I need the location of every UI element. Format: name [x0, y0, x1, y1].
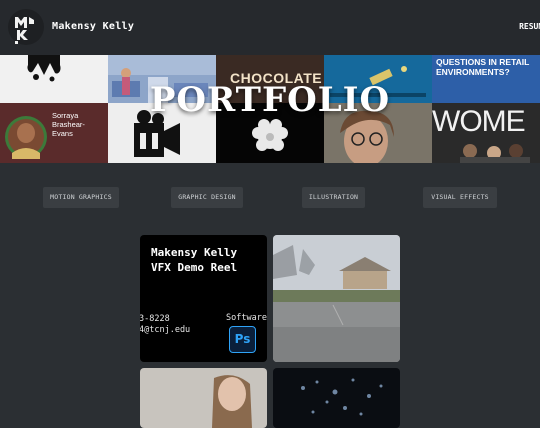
photoshop-icon: Ps	[229, 326, 256, 353]
gallery-card-street-photo[interactable]	[273, 235, 400, 362]
reel-email: 4@tcnj.edu	[140, 325, 191, 335]
reel-phone: 3-8228	[140, 314, 170, 324]
site-header: Makensy Kelly RESUME	[0, 0, 540, 55]
reel-title: Makensy Kelly VFX Demo Reel	[151, 246, 238, 274]
filter-graphic-design[interactable]: GRAPHIC DESIGN	[171, 187, 243, 208]
gallery-card-particles[interactable]	[273, 368, 400, 428]
hero-banner: CHOCOLATE QUESTIONS IN RETAIL ENVIRONMEN…	[0, 55, 540, 163]
nav-resume-link[interactable]: RESUME	[519, 22, 540, 31]
gallery-card-portrait[interactable]	[140, 368, 267, 428]
filter-illustration[interactable]: ILLUSTRATION	[302, 187, 365, 208]
filter-visual-effects[interactable]: VISUAL EFFECTS	[423, 187, 497, 208]
page-title: PORTFOLIO	[149, 80, 391, 120]
reel-software: Software	[226, 313, 267, 323]
site-name[interactable]: Makensy Kelly	[52, 21, 134, 32]
questions-text: QUESTIONS IN RETAIL ENVIRONMENTS?	[436, 57, 530, 77]
filter-motion-graphics[interactable]: MOTION GRAPHICS	[43, 187, 119, 208]
mk-logo-icon[interactable]	[7, 8, 45, 46]
gallery-card-vfx-reel[interactable]: Makensy Kelly VFX Demo Reel 3-8228 4@tcn…	[140, 235, 267, 362]
